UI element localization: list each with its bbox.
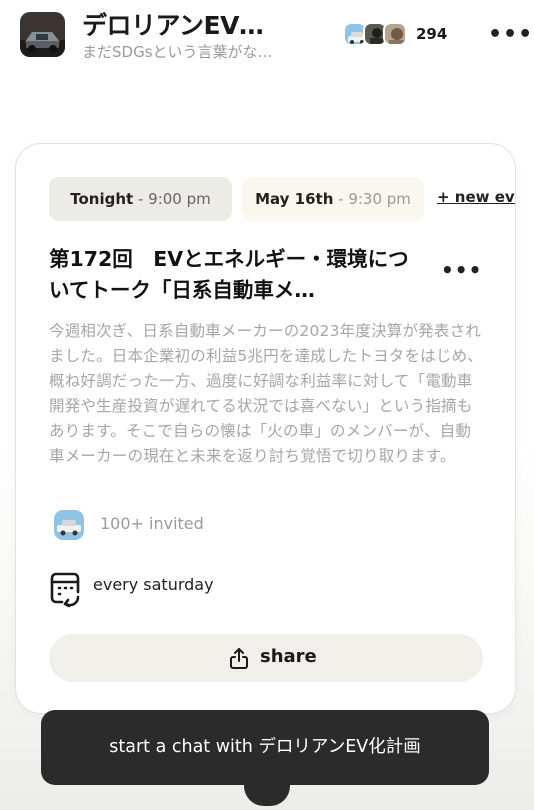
event-description: 今週相次ぎ、日系自動車メーカーの2023年度決算が発表されました。日本企業初の利… bbox=[49, 322, 483, 465]
date-option-time: 9:30 pm bbox=[348, 190, 411, 208]
date-option-may-16[interactable]: May 16th - 9:30 pm bbox=[242, 177, 424, 221]
member-count[interactable]: 294 bbox=[416, 25, 447, 43]
date-option-tonight[interactable]: Tonight - 9:00 pm bbox=[49, 177, 232, 221]
event-card: Tonight - 9:00 pm May 16th - 9:30 pm + n… bbox=[15, 143, 516, 714]
date-option-day: May 16th bbox=[255, 190, 334, 208]
date-option-day: Tonight bbox=[70, 190, 134, 208]
member-avatar bbox=[383, 22, 407, 46]
club-icon bbox=[54, 510, 84, 540]
event-title[interactable]: 第172回 EVとエネルギー・環境についてトーク「日系自動車メ… bbox=[49, 244, 414, 306]
member-avatars[interactable] bbox=[343, 22, 411, 46]
ellipsis-icon[interactable]: ••• bbox=[488, 22, 533, 47]
date-option-time: 9:00 pm bbox=[148, 190, 211, 208]
invited-count[interactable]: 100+ invited bbox=[100, 514, 204, 533]
share-icon bbox=[230, 648, 248, 669]
start-chat-button[interactable]: start a chat with デロリアンEV化計画 bbox=[41, 710, 489, 785]
recurring-calendar-icon bbox=[48, 570, 84, 610]
share-button[interactable]: share bbox=[49, 634, 483, 682]
club-header: デロリアンEV… まだSDGsという言葉がな… 294 ••• bbox=[0, 0, 534, 72]
event-more-icon[interactable]: ••• bbox=[441, 258, 482, 282]
new-event-link[interactable]: + new eve bbox=[437, 188, 515, 206]
recurrence-text: every saturday bbox=[93, 575, 214, 594]
club-description: まだSDGsという言葉がな… bbox=[82, 43, 273, 61]
date-separator: - bbox=[333, 190, 349, 208]
club-avatar[interactable] bbox=[20, 12, 65, 57]
date-separator: - bbox=[133, 190, 149, 208]
share-label: share bbox=[260, 646, 317, 667]
club-name[interactable]: デロリアンEV… bbox=[82, 6, 312, 42]
